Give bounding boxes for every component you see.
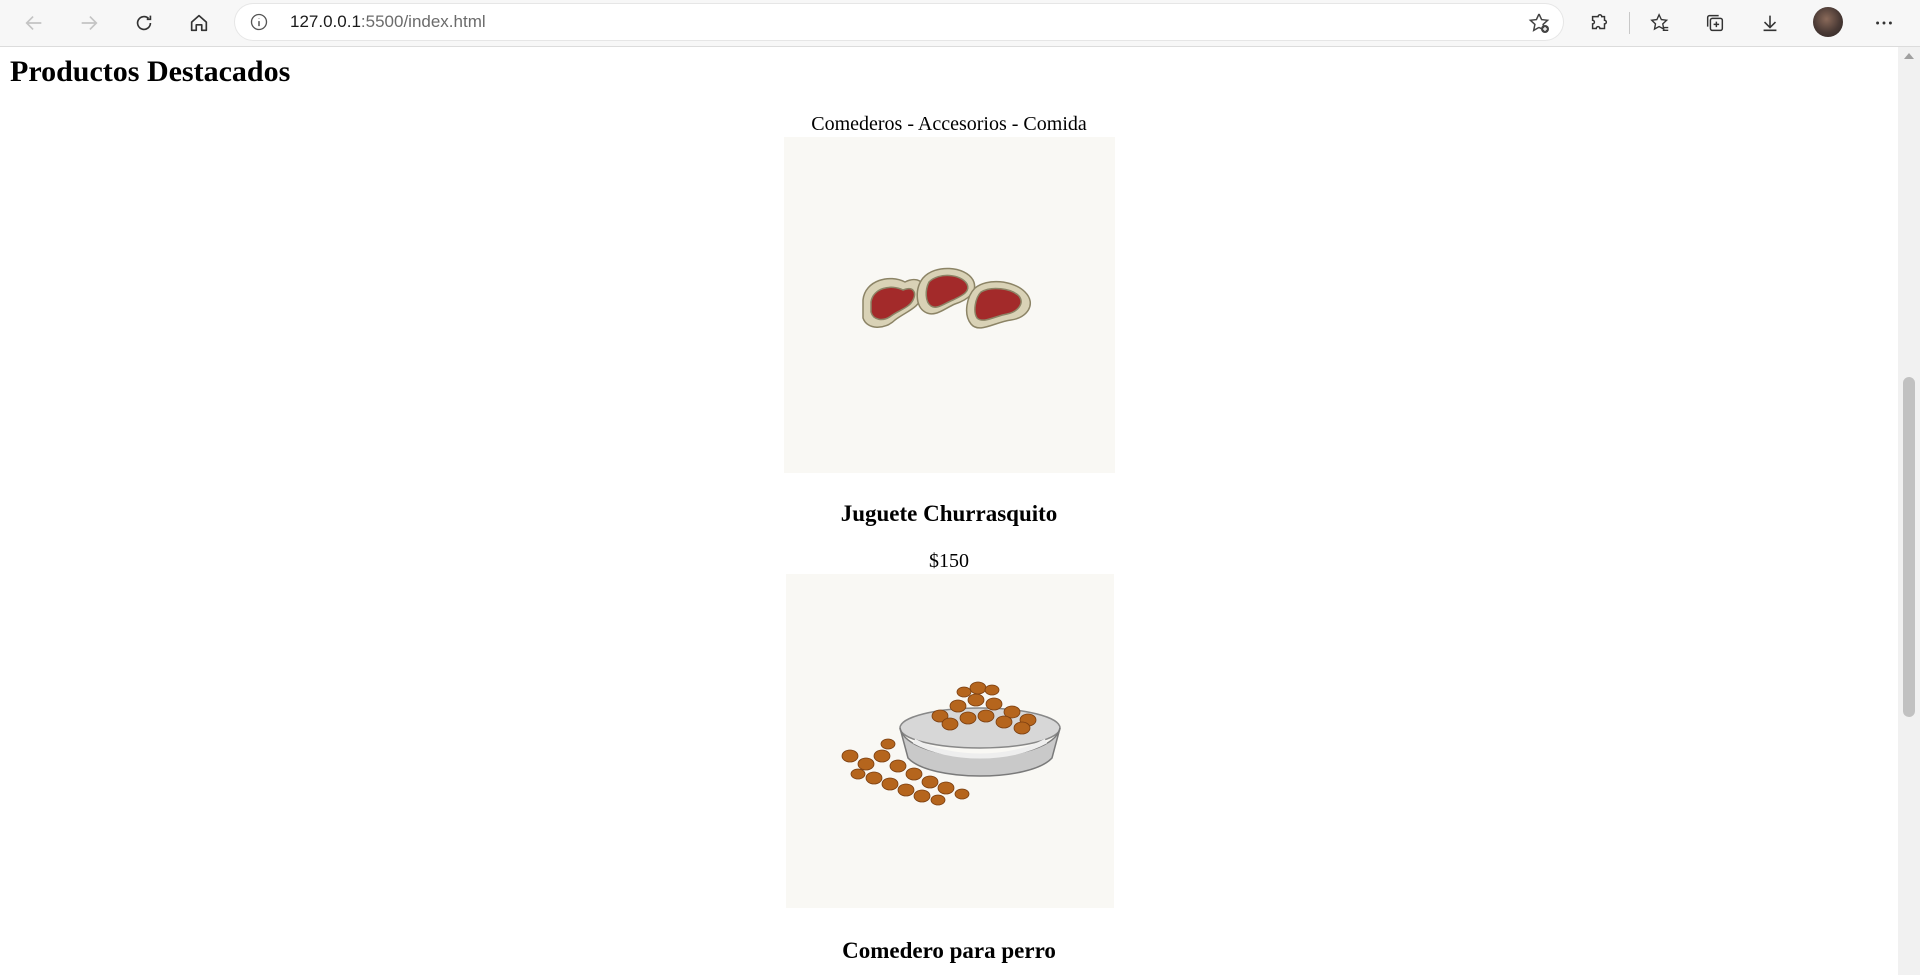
dog-food-bowl-image [841,681,1061,806]
favorites-star-icon [1650,13,1669,32]
product-price: $150 [929,550,969,572]
forward-arrow-icon [81,15,98,31]
home-icon [190,14,208,32]
toolbar-separator [1629,12,1630,34]
address-bar[interactable]: 127.0.0.1:5500/index.html [235,4,1563,40]
section-heading: Productos Destacados [10,55,291,88]
add-favorite-icon[interactable] [1527,11,1551,35]
url-text: 127.0.0.1:5500/index.html [290,12,486,31]
home-button[interactable] [181,6,217,40]
forward-button[interactable] [71,6,107,40]
downloads-button[interactable] [1752,6,1788,40]
settings-menu-button[interactable] [1866,6,1902,40]
steak-toy-image [861,267,1031,329]
category-nav: Comederos - Accesorios - Comida [811,113,1087,135]
scroll-up-arrow-icon[interactable] [1904,53,1914,59]
browser-toolbar: 127.0.0.1:5500/index.html [0,0,1920,47]
back-button[interactable] [16,6,52,40]
scrollbar-thumb[interactable] [1903,377,1915,717]
download-icon [1763,15,1777,32]
product-title: Juguete Churrasquito [840,501,1058,526]
profile-avatar[interactable] [1813,7,1843,37]
collections-icon [1706,14,1724,32]
back-arrow-icon [25,15,42,31]
favorites-button[interactable] [1642,6,1678,40]
product-image-steak-toy [784,137,1115,473]
more-dots-icon [1876,21,1892,25]
site-info-icon[interactable] [249,12,269,32]
refresh-icon [136,15,152,31]
collections-button[interactable] [1697,6,1733,40]
product-image-dog-food-bowl [786,574,1114,908]
page-content: Productos Destacados Comederos - Accesor… [0,47,1898,975]
product-title: Comedero para perro [842,938,1056,963]
page-scrollbar[interactable] [1898,47,1920,975]
refresh-button[interactable] [126,6,162,40]
extensions-button[interactable] [1581,6,1617,40]
puzzle-icon [1591,14,1608,30]
